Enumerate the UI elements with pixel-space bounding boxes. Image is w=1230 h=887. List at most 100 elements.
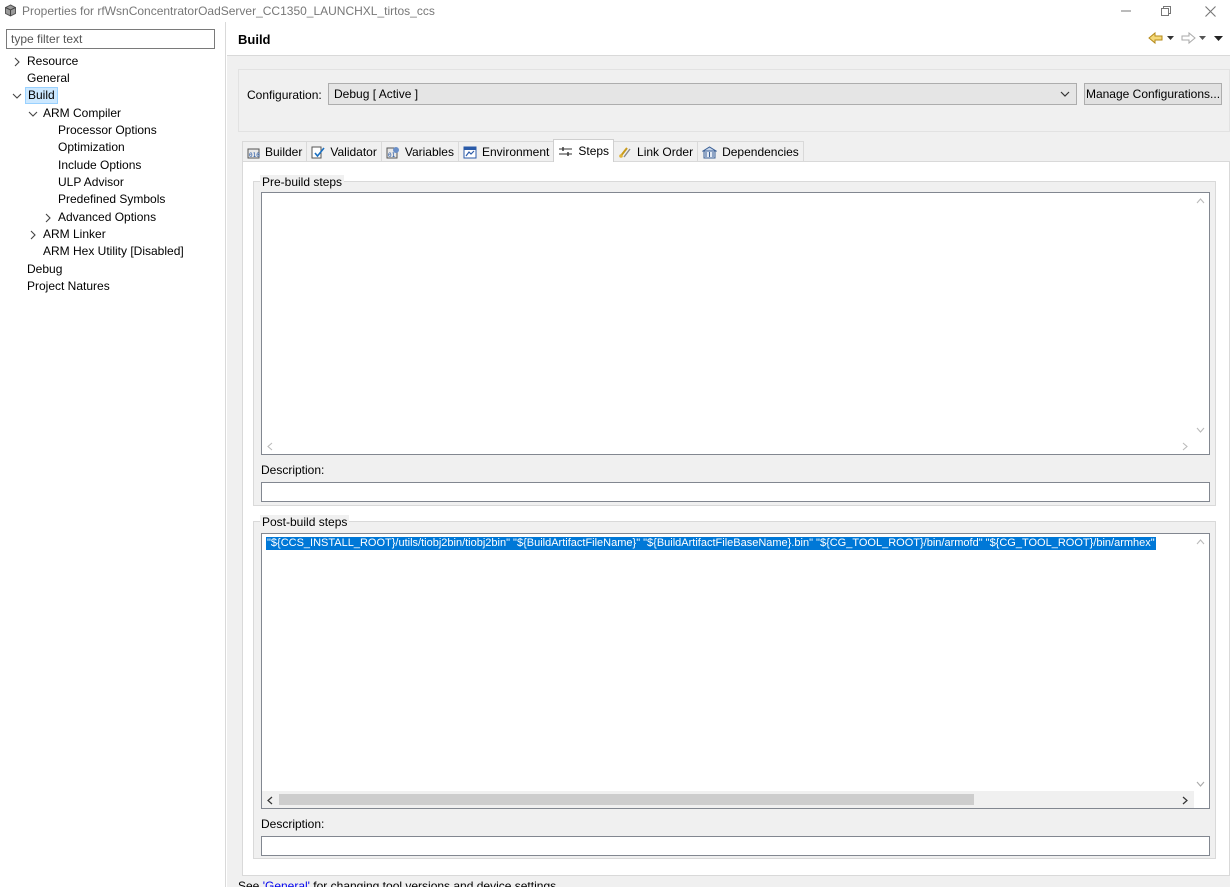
svg-text:010: 010 [249,152,260,159]
configuration-value: Debug [ Active ] [334,87,419,101]
scroll-left-icon[interactable] [267,442,273,451]
history-nav [1148,31,1224,45]
validator-icon [311,146,325,158]
back-arrow-icon [1148,31,1163,45]
tab-label: Steps [578,144,610,158]
back-button[interactable] [1148,31,1164,45]
tab-label: Link Order [637,145,694,159]
restore-icon [1161,6,1171,16]
tab-label: Variables [404,145,454,159]
footer-prefix: See [238,879,263,887]
properties-page: Build Configuration: Debug [ Active ] Ma… [227,22,1230,887]
footer-note: See 'General' for changing tool versions… [238,879,556,887]
tree-label: Predefined Symbols [58,192,166,206]
prebuild-title: Pre-build steps [260,175,345,189]
tree-label: ARM Linker [43,227,106,241]
tab-label: Dependencies [722,145,799,159]
tree-label: ARM Hex Utility [Disabled] [43,244,184,258]
page-header: Build [227,22,1230,56]
chevron-down-icon[interactable] [28,109,38,119]
prebuild-group: Pre-build steps Description: [253,175,1216,506]
tree-label: ULP Advisor [58,175,124,189]
scrollbar-thumb[interactable] [279,794,974,805]
tab-validator[interactable]: Validator [306,141,382,162]
link-order-icon [619,146,631,158]
tab-link-order[interactable]: Link Order [613,141,699,162]
chevron-right-icon[interactable] [43,213,53,223]
filter-input[interactable] [6,29,215,49]
tree-label: Debug [27,262,63,276]
back-menu-button[interactable] [1166,34,1175,42]
configuration-select[interactable]: Debug [ Active ] [328,83,1077,105]
postbuild-title: Post-build steps [260,515,350,529]
tab-dependencies[interactable]: Dependencies [697,141,804,162]
dropdown-triangle-icon [1199,36,1206,40]
postbuild-vertical-scrollbar[interactable] [1192,534,1209,792]
scroll-down-icon[interactable] [1196,427,1205,433]
scroll-left-icon[interactable] [267,796,273,805]
tree-label: Project Natures [27,279,110,293]
tab-label: Validator [330,145,377,159]
tree-label: Processor Options [58,123,157,137]
app-icon [5,4,16,17]
chevron-right-icon[interactable] [28,230,38,240]
prebuild-vertical-scrollbar[interactable] [1192,193,1209,438]
tab-label: Environment [481,145,550,159]
tree-label: Resource [27,54,79,68]
prebuild-description-input[interactable] [261,482,1210,502]
configuration-panel: Configuration: Debug [ Active ] Manage C… [238,69,1230,132]
environment-icon [463,146,477,158]
scroll-right-icon[interactable] [1182,796,1188,805]
tab-variables[interactable]: 01 Variables [380,141,459,162]
tab-steps[interactable]: Steps [553,139,615,162]
close-button[interactable] [1190,0,1230,22]
postbuild-horizontal-scrollbar[interactable] [262,791,1194,808]
tree-label: Include Options [58,158,142,172]
tab-builder[interactable]: 010 Builder [242,141,308,162]
configuration-label: Configuration: [247,88,322,102]
build-tabs: 010 Builder Validator 01 Variables Envir… [242,139,804,162]
variables-icon: 01 [386,146,399,159]
minimize-icon [1121,10,1131,12]
forward-menu-button[interactable] [1198,34,1207,42]
chevron-down-icon[interactable] [12,91,22,101]
tree-label: Build [25,87,58,104]
steps-tab-panel: Pre-build steps Description: Post-build … [242,161,1230,876]
prebuild-command-textarea[interactable] [261,192,1210,455]
steps-icon [559,146,573,156]
general-link[interactable]: 'General' [263,879,310,887]
postbuild-description-input[interactable] [261,836,1210,856]
postbuild-command-text: "${CCS_INSTALL_ROOT}/utils/tiobj2bin/tio… [266,537,1156,550]
minimize-button[interactable] [1106,0,1146,22]
chevron-down-icon [1060,91,1070,97]
postbuild-description-label: Description: [261,817,325,831]
dropdown-triangle-icon [1167,36,1174,40]
scroll-down-icon[interactable] [1196,781,1205,787]
tree-label: ARM Compiler [43,106,122,120]
tree-label: Advanced Options [58,210,157,224]
postbuild-group: Post-build steps "${CCS_INSTALL_ROOT}/ut… [253,515,1216,859]
forward-arrow-icon [1181,31,1196,45]
builder-icon: 010 [247,148,260,159]
view-menu-button[interactable] [1213,34,1224,42]
forward-button[interactable] [1180,31,1196,45]
scroll-up-icon[interactable] [1196,198,1205,204]
footer-suffix: for changing tool versions and device se… [309,879,557,887]
view-menu-icon [1214,36,1223,41]
tab-label: Builder [265,145,303,159]
title-bar: Properties for rfWsnConcentratorOadServe… [0,0,1230,22]
restore-button[interactable] [1146,0,1186,22]
tab-environment[interactable]: Environment [457,141,555,162]
tree-label: General [27,71,70,85]
chevron-right-icon[interactable] [12,57,22,67]
svg-text:01: 01 [388,152,396,159]
prebuild-description-label: Description: [261,463,325,477]
navigation-tree-pane: Resource General Build ARM Compiler Proc… [0,22,226,887]
dependencies-icon [702,145,718,158]
scroll-up-icon[interactable] [1196,539,1205,545]
scroll-right-icon[interactable] [1182,442,1188,451]
window-title: Properties for rfWsnConcentratorOadServe… [22,4,435,18]
postbuild-command-textarea[interactable]: "${CCS_INSTALL_ROOT}/utils/tiobj2bin/tio… [261,533,1210,809]
prebuild-horizontal-scrollbar[interactable] [262,437,1194,454]
manage-configurations-button[interactable]: Manage Configurations... [1084,83,1222,105]
